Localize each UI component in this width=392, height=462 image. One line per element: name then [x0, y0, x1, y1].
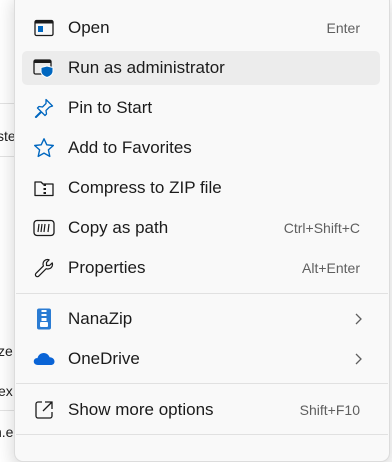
- bg-text-fragment: ex: [0, 383, 13, 399]
- menu-item-open[interactable]: Open Enter: [22, 11, 380, 45]
- chevron-right-icon: [355, 353, 362, 365]
- menu-item-label: Compress to ZIP file: [68, 178, 222, 197]
- menu-item-pin-to-start[interactable]: Pin to Start: [22, 91, 380, 125]
- menu-item-label: Open: [68, 18, 110, 37]
- menu-item-label: Run as administrator: [68, 58, 225, 77]
- menu-separator: [16, 383, 388, 384]
- bg-text-fragment: n.e: [0, 424, 14, 440]
- shortcut-text: Enter: [326, 20, 360, 36]
- menu-item-copy-as-path[interactable]: Copy as path Ctrl+Shift+C: [22, 211, 380, 245]
- star-icon: [33, 137, 55, 159]
- shield-icon: [33, 57, 55, 79]
- menu-item-label: Show more options: [68, 400, 214, 419]
- menu-item-onedrive[interactable]: OneDrive: [22, 342, 380, 376]
- shortcut-text: Ctrl+Shift+C: [283, 220, 360, 236]
- menu-item-label: Pin to Start: [68, 98, 153, 117]
- copy-path-icon: [33, 217, 55, 239]
- bg-text-fragment: ze: [0, 343, 13, 359]
- onedrive-icon: [33, 348, 55, 370]
- menu-item-add-to-favorites[interactable]: Add to Favorites: [22, 131, 380, 165]
- menu-item-label: Copy as path: [68, 218, 169, 237]
- menu-item-label: OneDrive: [68, 349, 140, 368]
- menu-separator: [16, 293, 388, 294]
- pin-icon: [33, 97, 55, 119]
- wrench-icon: [33, 257, 55, 279]
- shortcut-text: Shift+F10: [299, 402, 360, 418]
- chevron-right-icon: [355, 313, 362, 325]
- menu-item-properties[interactable]: Properties Alt+Enter: [22, 251, 380, 285]
- context-menu: Open Enter Run as administrator Pin to S…: [14, 0, 390, 462]
- menu-item-run-as-administrator[interactable]: Run as administrator: [22, 51, 380, 85]
- nanazip-icon: [33, 308, 55, 330]
- menu-item-compress-to-zip[interactable]: Compress to ZIP file: [22, 171, 380, 205]
- menu-item-show-more-options[interactable]: Show more options Shift+F10: [22, 393, 380, 427]
- open-icon: [33, 17, 55, 39]
- menu-item-nanazip[interactable]: NanaZip: [22, 302, 380, 336]
- show-more-icon: [33, 399, 55, 421]
- menu-item-label: Add to Favorites: [68, 138, 192, 157]
- zip-folder-icon: [33, 177, 55, 199]
- menu-item-label: NanaZip: [68, 309, 133, 328]
- menu-separator: [16, 434, 388, 435]
- shortcut-text: Alt+Enter: [302, 260, 360, 276]
- menu-item-label: Properties: [68, 258, 146, 277]
